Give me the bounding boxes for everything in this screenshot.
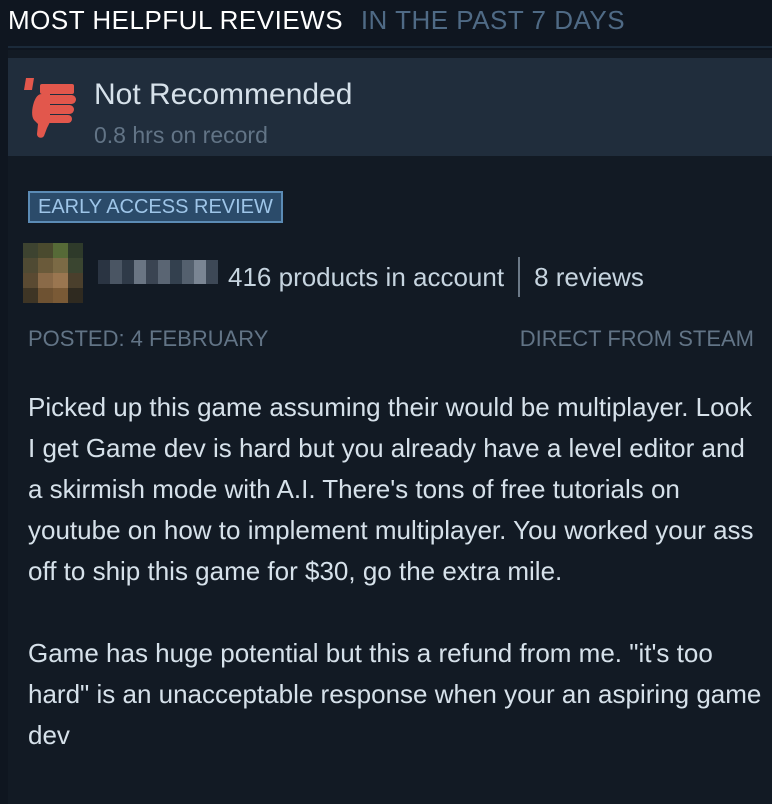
- avatar[interactable]: [23, 243, 83, 303]
- stats-divider: [518, 257, 521, 297]
- review-paragraph: Game has huge potential but this a refun…: [28, 638, 762, 750]
- header-divider: [8, 46, 772, 48]
- section-period[interactable]: IN THE PAST 7 DAYS: [361, 5, 625, 35]
- section-title: MOST HELPFUL REVIEWS: [8, 5, 344, 35]
- early-access-badge: EARLY ACCESS REVIEW: [28, 191, 283, 223]
- reviews-count[interactable]: 8 reviews: [534, 262, 644, 293]
- username-redacted[interactable]: [98, 260, 218, 284]
- products-count[interactable]: 416 products in account: [228, 262, 504, 293]
- section-header: MOST HELPFUL REVIEWS IN THE PAST 7 DAYS: [8, 4, 625, 36]
- review-source: DIRECT FROM STEAM: [519, 326, 754, 351]
- vote-header[interactable]: Not Recommended 0.8 hrs on record: [8, 58, 772, 156]
- review-card: Not Recommended 0.8 hrs on record EARLY …: [8, 50, 772, 804]
- posted-date: POSTED: 4 FEBRUARY: [28, 326, 269, 351]
- reviewer-stats: 416 products in account 8 reviews: [228, 257, 644, 297]
- review-body: Picked up this game assuming their would…: [28, 387, 763, 797]
- hours-on-record: 0.8 hrs on record: [94, 122, 268, 148]
- review-verdict: Not Recommended: [94, 78, 353, 111]
- review-paragraph: Picked up this game assuming their would…: [28, 392, 754, 586]
- thumbs-down-icon: [24, 78, 76, 138]
